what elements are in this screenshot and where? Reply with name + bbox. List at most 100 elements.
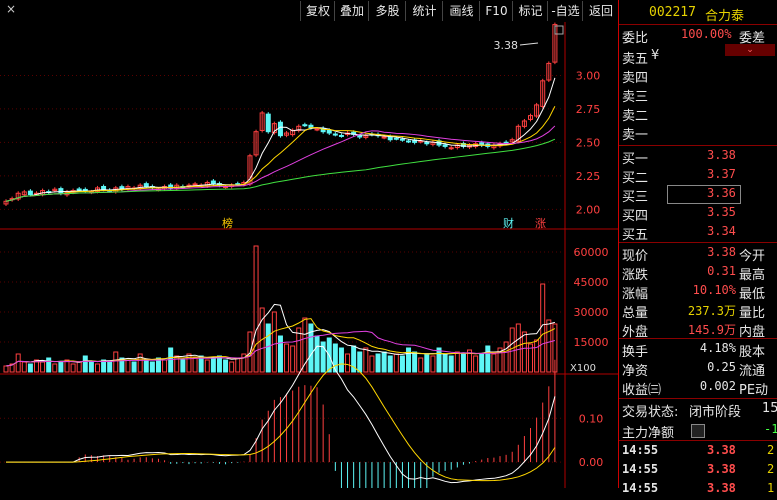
volume-bar	[393, 353, 399, 373]
stat-value: 10.10%	[692, 283, 736, 297]
toolbar-button-7[interactable]: -自选	[547, 1, 583, 21]
candle-body	[332, 133, 338, 136]
buy-level-3[interactable]: 买三 3.36	[619, 184, 777, 205]
toolbar-button-2[interactable]: 多股	[368, 1, 406, 21]
volume-bar	[82, 355, 88, 373]
volume-tick-label: 60000	[574, 246, 609, 259]
volume-bar	[113, 351, 119, 373]
volume-bar	[460, 353, 466, 373]
candle-body	[302, 124, 308, 127]
volume-bar	[381, 351, 387, 373]
volume-bar	[424, 353, 430, 373]
panel-toggle-icon	[554, 25, 564, 35]
volume-bar	[418, 357, 424, 373]
volume-bar	[290, 345, 296, 373]
volume-bar	[284, 343, 290, 373]
toolbar-button-6[interactable]: 标记	[512, 1, 548, 21]
volume-bar	[399, 355, 405, 373]
net-amount-value: -1	[764, 422, 777, 436]
buy-level-1[interactable]: 买一 3.38	[619, 146, 777, 167]
close-icon[interactable]: ×	[6, 2, 16, 16]
fundamental-row-0: 换手 4.18% 股本	[619, 339, 777, 360]
volume-bar	[338, 347, 344, 373]
volume-bar	[387, 355, 393, 373]
trade-status-label: 交易状态:	[622, 405, 679, 420]
annotation-leader	[519, 42, 539, 46]
price-tick-label: 3.00	[576, 69, 601, 82]
volume-bar	[192, 357, 198, 373]
candle-body	[82, 188, 88, 192]
sell-level-3[interactable]: 卖三	[619, 84, 777, 105]
toolbar-button-8[interactable]: 返回	[582, 1, 619, 21]
buy-level-2[interactable]: 买二 3.37	[619, 165, 777, 186]
volume-bar	[375, 353, 381, 373]
stat-value: 3.38	[707, 245, 736, 259]
price-tick-label: 2.25	[576, 170, 601, 183]
volume-bar	[235, 357, 241, 373]
volume-bar	[3, 365, 9, 373]
volume-bar	[521, 331, 527, 373]
kline-chart-panel[interactable]: 3.00 2.75 2.50 2.25 2.00 3.38 榜 财 涨 60000 45000 300…	[0, 22, 618, 500]
selected-price-box	[667, 185, 741, 204]
kline-chart[interactable]: 3.00 2.75 2.50 2.25 2.00 3.38 榜 财 涨 60000 45000 300…	[0, 22, 618, 500]
candle-body	[265, 113, 271, 133]
volume-bar	[430, 355, 436, 373]
volume-bar	[58, 361, 64, 373]
table-icon[interactable]	[691, 424, 705, 438]
buy-label: 买五	[622, 228, 649, 243]
price-tick-label: 2.75	[576, 103, 601, 116]
volume-bar	[125, 359, 131, 373]
indicator-tick-label: 0.00	[579, 456, 604, 469]
tick-time: 14:55	[622, 443, 659, 457]
candle-body	[210, 180, 216, 185]
toolbar-button-3[interactable]: 统计	[405, 1, 443, 21]
candle-body	[424, 141, 430, 145]
stat-row-3: 总量 237.3万 量比	[619, 300, 777, 321]
candle-body	[143, 183, 149, 188]
volume-bar	[265, 323, 271, 373]
stat-value: 237.3万	[687, 304, 736, 318]
volume-bar	[210, 357, 216, 373]
toolbar-button-1[interactable]: 叠加	[334, 1, 369, 21]
volume-bar	[540, 283, 546, 373]
toolbar-button-5[interactable]: F10	[479, 1, 513, 21]
volume-bar	[473, 355, 479, 373]
sell-level-4[interactable]: 卖四	[619, 65, 777, 86]
stat-row-2: 涨幅 10.10% 最低	[619, 281, 777, 302]
volume-bar	[216, 355, 222, 373]
high-price-annotation: 3.38	[494, 39, 519, 52]
toolbar-button-0[interactable]: 复权	[300, 1, 335, 21]
volume-bar	[369, 355, 375, 373]
candle-body	[393, 137, 399, 140]
volume-bar	[76, 361, 82, 373]
tick-row: 14:55 3.38 2.	[619, 460, 777, 481]
fundamental-right-label: PE动	[739, 383, 769, 398]
candle-body	[326, 129, 332, 134]
sell-level-5[interactable]: 卖五 ¥	[619, 46, 777, 67]
volume-bar	[40, 361, 46, 373]
volume-bar	[503, 341, 509, 373]
weibi-row: 委比 100.00% 委差	[619, 25, 777, 46]
buy-level-4[interactable]: 买四 3.35	[619, 203, 777, 224]
tick-volume: 1.	[767, 481, 777, 495]
volume-bar	[204, 359, 210, 373]
candle-body	[357, 135, 363, 138]
candle-body	[101, 185, 107, 190]
stat-row-4: 外盘 145.9万 内盘	[619, 319, 777, 340]
volume-bar	[143, 359, 149, 373]
volume-bar	[52, 363, 58, 373]
volume-bar	[131, 361, 137, 373]
tick-row: 14:55 3.38 1.	[619, 479, 777, 500]
stock-code: 002217	[649, 5, 696, 20]
volume-bar	[229, 361, 235, 373]
moving-average-line	[5, 77, 556, 202]
toolbar-button-4[interactable]: 画线	[442, 1, 480, 21]
volume-tick-label: 45000	[574, 276, 609, 289]
volume-bar	[70, 363, 76, 373]
candle-body	[76, 188, 82, 191]
volume-bar	[162, 359, 168, 373]
sell-level-2[interactable]: 卖二	[619, 103, 777, 124]
sell-level-1[interactable]: 卖一	[619, 122, 777, 143]
tick-price: 3.38	[707, 443, 736, 457]
buy-level-5[interactable]: 买五 3.34	[619, 222, 777, 243]
